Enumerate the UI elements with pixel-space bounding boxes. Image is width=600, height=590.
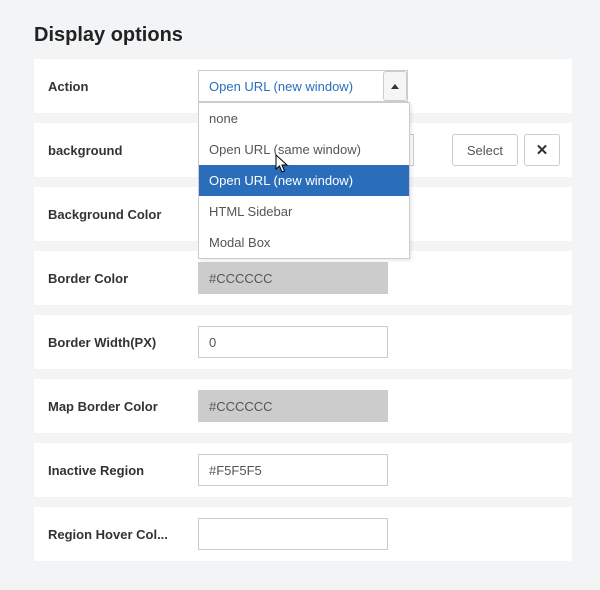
action-dropdown: none Open URL (same window) Open URL (ne…	[198, 102, 410, 259]
label-border-width: Border Width(PX)	[48, 335, 198, 350]
action-option-html-sidebar[interactable]: HTML Sidebar	[199, 196, 409, 227]
chevron-up-icon	[391, 84, 399, 89]
background-select-button[interactable]: Select	[452, 134, 518, 166]
label-background: background	[48, 143, 198, 158]
row-border-width: Border Width(PX)	[34, 315, 572, 369]
background-clear-button[interactable]: ✕	[524, 134, 560, 166]
action-option-same-window[interactable]: Open URL (same window)	[199, 134, 409, 165]
label-map-border-color: Map Border Color	[48, 399, 198, 414]
label-inactive-region: Inactive Region	[48, 463, 198, 478]
inactive-region-input[interactable]	[198, 454, 388, 486]
map-border-color-input[interactable]	[198, 390, 388, 422]
label-action: Action	[48, 79, 198, 94]
action-option-none[interactable]: none	[199, 103, 409, 134]
row-inactive-region: Inactive Region	[34, 443, 572, 497]
dropdown-toggle[interactable]	[383, 71, 407, 101]
page-title: Display options	[34, 24, 572, 47]
label-bg-color: Background Color	[48, 207, 198, 222]
border-color-input[interactable]	[198, 262, 388, 294]
row-border-color: Border Color	[34, 251, 572, 305]
row-action: Action Open URL (new window) none Open U…	[34, 59, 572, 113]
row-map-border-color: Map Border Color	[34, 379, 572, 433]
action-option-new-window[interactable]: Open URL (new window)	[199, 165, 409, 196]
action-option-modal-box[interactable]: Modal Box	[199, 227, 409, 258]
close-icon: ✕	[536, 141, 549, 159]
action-select[interactable]: Open URL (new window) none Open URL (sam…	[198, 70, 408, 102]
region-hover-input[interactable]	[198, 518, 388, 550]
action-selected-value: Open URL (new window)	[199, 79, 383, 94]
label-region-hover: Region Hover Col...	[48, 527, 198, 542]
row-region-hover: Region Hover Col...	[34, 507, 572, 561]
label-border-color: Border Color	[48, 271, 198, 286]
border-width-input[interactable]	[198, 326, 388, 358]
